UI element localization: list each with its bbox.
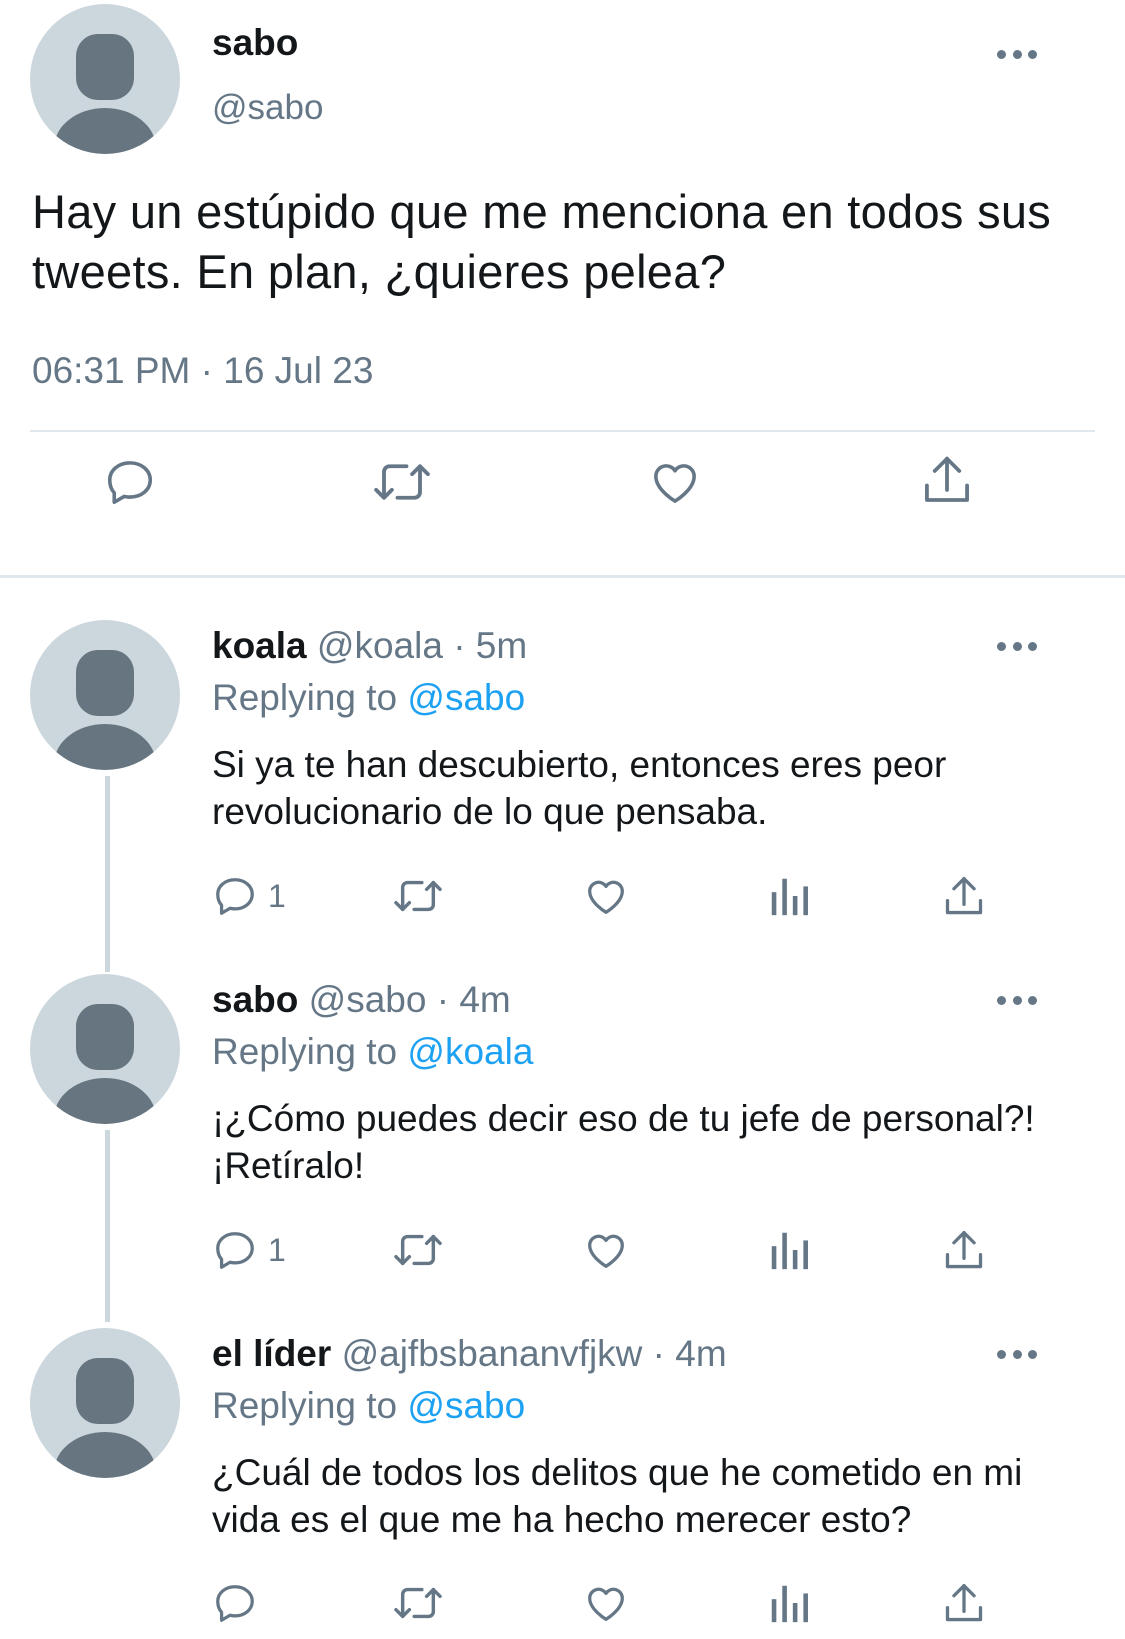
author-meta: @koala · 5m <box>316 625 528 666</box>
share-button[interactable] <box>920 452 974 510</box>
like-button[interactable] <box>647 455 703 509</box>
reply-icon <box>216 878 254 915</box>
author-name[interactable]: sabo <box>212 22 298 64</box>
reply-icon <box>107 461 153 505</box>
avatar-head-shape <box>76 34 134 100</box>
more-options-icon[interactable] <box>997 640 1037 652</box>
share-icon <box>945 877 983 915</box>
share-button[interactable] <box>942 873 986 921</box>
avatar[interactable] <box>30 620 180 770</box>
divider <box>30 430 1095 432</box>
author-name[interactable]: sabo <box>212 979 298 1020</box>
thread-line <box>105 776 110 972</box>
author-meta: @sabo · 4m <box>308 979 511 1020</box>
replying-to: Replying to @sabo <box>212 1385 525 1427</box>
author-meta: @ajfbsbananvfjkw · 4m <box>341 1333 727 1374</box>
replying-label: Replying to <box>212 677 398 718</box>
analytics-button[interactable] <box>767 873 811 919</box>
reply-header: el líder @ajfbsbananvfjkw · 4m <box>212 1333 727 1375</box>
tweet-text: Hay un estúpido que me menciona en todos… <box>32 185 1052 298</box>
share-button[interactable] <box>942 1580 986 1628</box>
replying-label: Replying to <box>212 1385 398 1426</box>
author-name[interactable]: koala <box>212 625 307 666</box>
tweet-text: Si ya te han descubierto, entonces eres … <box>212 744 947 832</box>
avatar[interactable] <box>30 974 180 1124</box>
more-options-icon[interactable] <box>997 1348 1037 1360</box>
analytics-button[interactable] <box>767 1580 811 1626</box>
reply-header: sabo @sabo · 4m <box>212 979 511 1021</box>
reply-icon <box>216 1585 254 1622</box>
analytics-icon <box>771 1232 808 1270</box>
reply-button[interactable] <box>103 455 157 509</box>
retweet-icon <box>394 880 442 912</box>
like-icon <box>654 464 696 503</box>
replying-to: Replying to @koala <box>212 1031 533 1073</box>
like-icon <box>588 1234 624 1268</box>
more-options-icon[interactable] <box>997 994 1037 1006</box>
reply-button[interactable] <box>212 1580 268 1626</box>
reply-count: 1 <box>268 877 286 914</box>
retweet-button[interactable] <box>370 455 434 509</box>
reply-button[interactable]: 1 <box>212 1227 286 1273</box>
share-icon <box>945 1231 983 1269</box>
analytics-button[interactable] <box>767 1227 811 1273</box>
replying-to: Replying to @sabo <box>212 677 525 719</box>
retweet-icon <box>394 1587 442 1619</box>
tweet-timestamp[interactable]: 06:31 PM · 16 Jul 23 <box>32 350 373 392</box>
reply-icon <box>216 1232 254 1269</box>
replying-to-link[interactable]: @sabo <box>407 677 525 718</box>
reply-header: koala @koala · 5m <box>212 625 527 667</box>
replying-to-link[interactable]: @sabo <box>407 1385 525 1426</box>
more-options-icon[interactable] <box>997 48 1037 60</box>
thread-line <box>105 1130 110 1322</box>
like-button[interactable] <box>582 873 630 919</box>
share-button[interactable] <box>942 1227 986 1275</box>
retweet-icon <box>394 1234 442 1266</box>
analytics-icon <box>771 878 808 916</box>
retweet-button[interactable] <box>390 1580 446 1626</box>
tweet-text: ¡¿Cómo puedes decir eso de tu jefe de pe… <box>212 1098 1035 1186</box>
retweet-icon <box>374 464 430 500</box>
avatar[interactable] <box>30 1328 180 1478</box>
author-handle[interactable]: @sabo <box>212 88 323 128</box>
like-button[interactable] <box>582 1580 630 1626</box>
share-icon <box>945 1584 983 1622</box>
retweet-button[interactable] <box>390 873 446 919</box>
reply-count: 1 <box>268 1231 286 1268</box>
replying-label: Replying to <box>212 1031 398 1072</box>
divider <box>0 575 1125 578</box>
share-icon <box>925 456 969 502</box>
analytics-icon <box>771 1585 808 1623</box>
author-name[interactable]: el líder <box>212 1333 331 1374</box>
like-icon <box>588 880 624 914</box>
tweet-text: ¿Cuál de todos los delitos que he cometi… <box>212 1452 1023 1540</box>
retweet-button[interactable] <box>390 1227 446 1273</box>
like-button[interactable] <box>582 1227 630 1273</box>
avatar[interactable] <box>30 4 180 154</box>
reply-button[interactable]: 1 <box>212 873 286 919</box>
like-icon <box>588 1587 624 1621</box>
avatar-body-shape <box>54 108 156 154</box>
replying-to-link[interactable]: @koala <box>407 1031 533 1072</box>
